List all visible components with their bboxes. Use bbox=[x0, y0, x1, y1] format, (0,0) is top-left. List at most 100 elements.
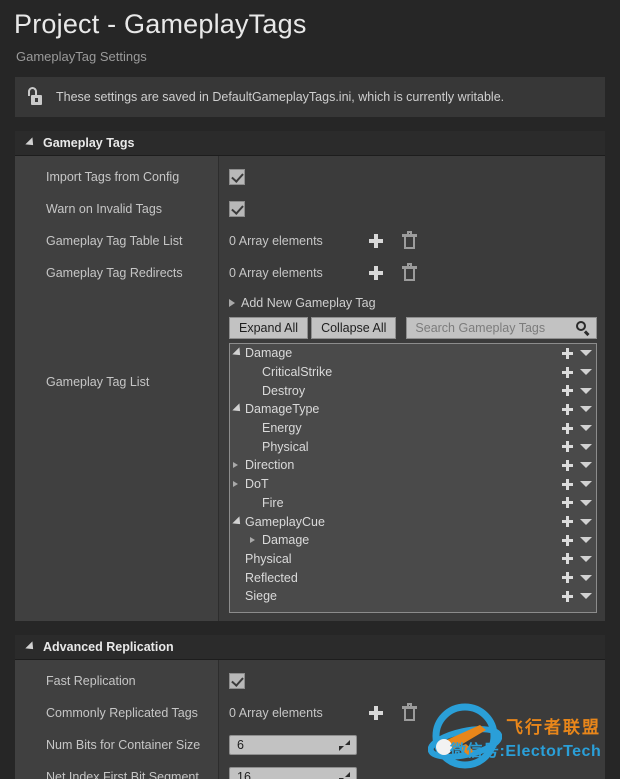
tag-options-dropdown-button[interactable] bbox=[580, 350, 592, 356]
tag-options-dropdown-button[interactable] bbox=[580, 406, 592, 412]
section-gameplay-tags: Gameplay Tags Import Tags from Config Wa… bbox=[15, 131, 605, 621]
tag-options-dropdown-button[interactable] bbox=[580, 519, 592, 525]
tag-tree-row[interactable]: Siege bbox=[230, 587, 596, 606]
tag-options-dropdown-button[interactable] bbox=[580, 462, 592, 468]
clear-array-button-table-list[interactable] bbox=[399, 230, 421, 252]
add-child-tag-button[interactable] bbox=[562, 385, 573, 396]
section-header-gameplay-tags[interactable]: Gameplay Tags bbox=[15, 131, 605, 156]
section-advanced-replication: Advanced Replication Fast Replication Co… bbox=[15, 635, 605, 779]
tag-tree-row[interactable]: Damage bbox=[230, 531, 596, 550]
section-title: Gameplay Tags bbox=[43, 136, 134, 150]
chevron-down-icon bbox=[25, 137, 36, 148]
tag-row-actions bbox=[562, 516, 592, 527]
unlocked-padlock-icon bbox=[27, 87, 45, 107]
value-warn-on-invalid-tags bbox=[219, 193, 605, 225]
tag-tree-row[interactable]: Reflected bbox=[230, 568, 596, 587]
gameplay-tag-list-widget: Add New Gameplay Tag Expand All Collapse… bbox=[219, 289, 605, 621]
add-child-tag-button[interactable] bbox=[562, 479, 573, 490]
tag-name-label: Reflected bbox=[245, 571, 562, 585]
add-array-element-button-redirects[interactable] bbox=[365, 262, 387, 284]
add-child-tag-button[interactable] bbox=[562, 404, 573, 415]
tag-list-toolbar: Expand All Collapse All Search Gameplay … bbox=[229, 317, 597, 339]
label-warn-on-invalid-tags: Warn on Invalid Tags bbox=[15, 193, 218, 225]
property-label-column: Fast Replication Commonly Replicated Tag… bbox=[15, 660, 219, 779]
tag-options-dropdown-button[interactable] bbox=[580, 444, 592, 450]
tag-tree-row[interactable]: GameplayCue bbox=[230, 512, 596, 531]
tag-options-dropdown-button[interactable] bbox=[580, 575, 592, 581]
tag-name-label: Damage bbox=[245, 346, 562, 360]
add-child-tag-button[interactable] bbox=[562, 591, 573, 602]
add-child-tag-button[interactable] bbox=[562, 460, 573, 471]
tag-expand-toggle[interactable] bbox=[250, 537, 262, 543]
tag-name-label: GameplayCue bbox=[245, 515, 562, 529]
add-child-tag-button[interactable] bbox=[562, 423, 573, 434]
num-bits-for-container-size-input[interactable]: 6 bbox=[229, 735, 357, 755]
value-fast-replication bbox=[219, 665, 605, 697]
tag-options-dropdown-button[interactable] bbox=[580, 556, 592, 562]
label-commonly-replicated-tags: Commonly Replicated Tags bbox=[15, 697, 218, 729]
add-child-tag-button[interactable] bbox=[562, 348, 573, 359]
tag-name-label: Damage bbox=[262, 533, 562, 547]
tag-collapsed-arrow-icon bbox=[233, 481, 238, 487]
value-num-bits-for-container-size: 6 bbox=[219, 729, 605, 761]
tag-tree-row[interactable]: DamageType bbox=[230, 400, 596, 419]
tag-row-actions bbox=[562, 404, 592, 415]
tag-expand-toggle[interactable] bbox=[233, 481, 245, 487]
spinner-drag-icon[interactable] bbox=[339, 772, 350, 779]
tag-options-dropdown-button[interactable] bbox=[580, 388, 592, 394]
collapse-all-button[interactable]: Collapse All bbox=[311, 317, 396, 339]
clear-array-button-redirects[interactable] bbox=[399, 262, 421, 284]
tag-name-label: Energy bbox=[262, 421, 562, 435]
add-child-tag-button[interactable] bbox=[562, 367, 573, 378]
tag-options-dropdown-button[interactable] bbox=[580, 593, 592, 599]
tag-tree-row[interactable]: Physical bbox=[230, 550, 596, 569]
tag-options-dropdown-button[interactable] bbox=[580, 369, 592, 375]
checkbox-warn-on-invalid-tags[interactable] bbox=[229, 201, 245, 217]
checkbox-fast-replication[interactable] bbox=[229, 673, 245, 689]
tag-tree-row[interactable]: CriticalStrike bbox=[230, 363, 596, 382]
add-array-element-button-commonly-replicated[interactable] bbox=[365, 702, 387, 724]
tag-tree-row[interactable]: DoT bbox=[230, 475, 596, 494]
search-gameplay-tags-input[interactable]: Search Gameplay Tags bbox=[406, 317, 597, 339]
label-gameplay-tag-redirects: Gameplay Tag Redirects bbox=[15, 257, 218, 289]
add-new-gameplay-tag-expander[interactable]: Add New Gameplay Tag bbox=[229, 292, 597, 314]
clear-array-button-commonly-replicated[interactable] bbox=[399, 702, 421, 724]
tag-options-dropdown-button[interactable] bbox=[580, 425, 592, 431]
tag-options-dropdown-button[interactable] bbox=[580, 537, 592, 543]
add-child-tag-button[interactable] bbox=[562, 516, 573, 527]
add-child-tag-button[interactable] bbox=[562, 553, 573, 564]
tag-tree-row[interactable]: Damage bbox=[230, 344, 596, 363]
tag-tree-row[interactable]: Fire bbox=[230, 494, 596, 513]
add-child-tag-button[interactable] bbox=[562, 535, 573, 546]
tag-name-label: Direction bbox=[245, 458, 562, 472]
add-child-tag-button[interactable] bbox=[562, 572, 573, 583]
gameplay-tag-tree[interactable]: Damage CriticalStrikeDestroyDamageType Ene… bbox=[229, 343, 597, 613]
tag-tree-row[interactable]: Destroy bbox=[230, 381, 596, 400]
add-child-tag-button[interactable] bbox=[562, 441, 573, 452]
page-subtitle: GameplayTag Settings bbox=[0, 40, 620, 64]
tag-tree-row[interactable]: Energy bbox=[230, 419, 596, 438]
add-child-tag-button[interactable] bbox=[562, 497, 573, 508]
property-value-column: 0 Array elements 0 Array elements Add Ne… bbox=[219, 156, 605, 621]
checkbox-import-tags-from-config[interactable] bbox=[229, 169, 245, 185]
tag-expand-toggle[interactable] bbox=[233, 462, 245, 468]
net-index-first-bit-segment-input[interactable]: 16 bbox=[229, 767, 357, 779]
tag-options-dropdown-button[interactable] bbox=[580, 500, 592, 506]
tag-tree-row[interactable]: Direction bbox=[230, 456, 596, 475]
value-commonly-replicated-tags: 0 Array elements bbox=[219, 697, 605, 729]
tag-row-actions bbox=[562, 367, 592, 378]
label-import-tags-from-config: Import Tags from Config bbox=[15, 161, 218, 193]
add-new-gameplay-tag-label: Add New Gameplay Tag bbox=[241, 296, 376, 310]
spinner-drag-icon[interactable] bbox=[339, 740, 350, 751]
section-header-advanced-replication[interactable]: Advanced Replication bbox=[15, 635, 605, 660]
tag-collapse-toggle[interactable] bbox=[233, 519, 245, 525]
tag-tree-row[interactable]: Physical bbox=[230, 437, 596, 456]
tag-options-dropdown-button[interactable] bbox=[580, 481, 592, 487]
array-elements-count-redirects: 0 Array elements bbox=[229, 266, 365, 280]
tag-collapse-toggle[interactable] bbox=[233, 350, 245, 356]
expand-all-button[interactable]: Expand All bbox=[229, 317, 308, 339]
label-gameplay-tag-list: Gameplay Tag List bbox=[15, 289, 218, 475]
add-array-element-button-table-list[interactable] bbox=[365, 230, 387, 252]
tag-row-actions bbox=[562, 479, 592, 490]
tag-collapse-toggle[interactable] bbox=[233, 406, 245, 412]
